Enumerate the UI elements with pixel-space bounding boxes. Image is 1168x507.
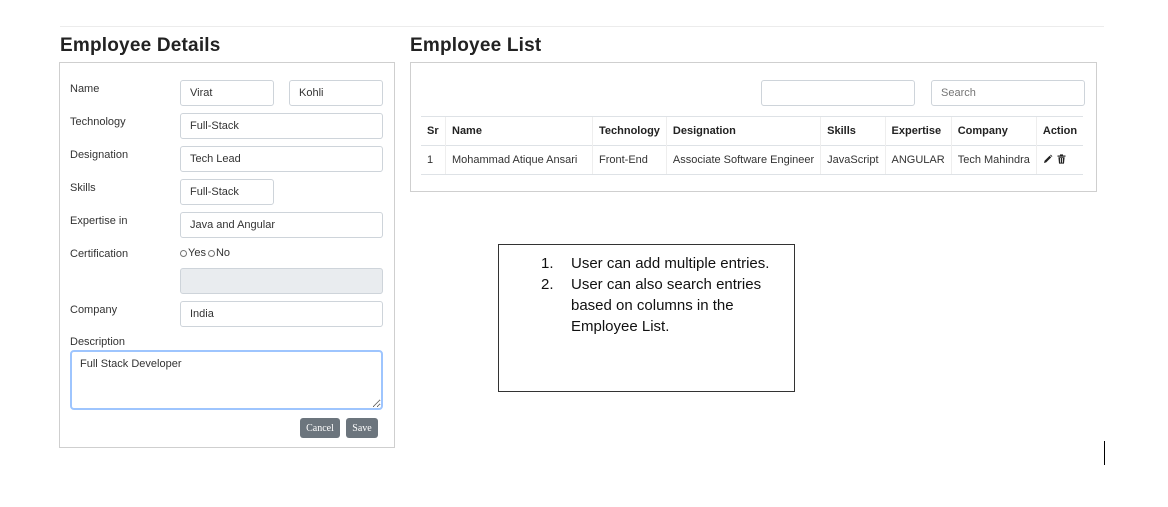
notes-list: 1. User can add multiple entries. 2. Use…: [541, 253, 781, 337]
technology-input[interactable]: [180, 113, 383, 139]
table-row: 1 Mohammad Atique Ansari Front-End Assoc…: [421, 145, 1084, 175]
pencil-icon[interactable]: [1043, 154, 1053, 167]
cell-company: Tech Mahindra: [950, 145, 1037, 175]
first-name-input[interactable]: [180, 80, 274, 106]
description-label: Description: [70, 336, 126, 348]
note-text: User can add multiple entries.: [571, 255, 770, 272]
skills-input[interactable]: [180, 179, 274, 205]
certification-yes-radio[interactable]: [180, 249, 187, 257]
column-header-skills: Skills: [820, 116, 886, 146]
employee-details-form: Name Technology Designation Skills Exper…: [59, 62, 395, 448]
last-name-input[interactable]: [289, 80, 383, 106]
name-label: Name: [70, 83, 100, 95]
text-cursor: [1104, 441, 1105, 465]
search-input[interactable]: [931, 80, 1085, 106]
cell-sr: 1: [421, 145, 446, 175]
top-divider: [60, 26, 1104, 27]
filter-input[interactable]: [761, 80, 915, 106]
employee-list-panel: Sr Name Technology Designation Skills Ex…: [410, 62, 1097, 192]
column-header-designation: Designation: [665, 116, 821, 146]
technology-label: Technology: [70, 116, 126, 128]
employee-table: Sr Name Technology Designation Skills Ex…: [421, 116, 1084, 175]
column-header-action: Action: [1035, 116, 1084, 146]
note-text: User can also search entries based on co…: [571, 276, 762, 335]
notes-box: 1. User can add multiple entries. 2. Use…: [498, 244, 795, 392]
cell-designation: Associate Software Engineer: [665, 145, 821, 175]
employee-details-title: Employee Details: [60, 35, 221, 56]
certification-no-radio[interactable]: [207, 249, 215, 257]
cell-technology: Front-End: [592, 145, 667, 175]
note-number: 2.: [541, 276, 554, 293]
expertise-label: Expertise in: [70, 215, 128, 227]
column-header-technology: Technology: [592, 116, 667, 146]
description-textarea[interactable]: Full Stack Developer: [70, 350, 383, 410]
cancel-button[interactable]: Cancel: [300, 418, 340, 438]
save-button[interactable]: Save: [346, 418, 378, 438]
company-input[interactable]: [180, 301, 383, 327]
column-header-sr: Sr: [421, 116, 446, 146]
cell-action: [1035, 145, 1084, 175]
certification-no-label: No: [215, 247, 231, 259]
list-item: 2. User can also search entries based on…: [541, 274, 781, 337]
cell-name: Mohammad Atique Ansari: [445, 145, 593, 175]
list-item: 1. User can add multiple entries.: [541, 253, 781, 274]
column-header-company: Company: [950, 116, 1037, 146]
note-number: 1.: [541, 255, 554, 272]
skills-label: Skills: [70, 182, 96, 194]
table-header-row: Sr Name Technology Designation Skills Ex…: [421, 116, 1084, 146]
designation-input[interactable]: [180, 146, 383, 172]
trash-icon[interactable]: [1057, 153, 1066, 167]
certification-radio-group: Yes No: [180, 247, 230, 259]
certification-detail-input: [180, 268, 383, 294]
designation-label: Designation: [70, 149, 129, 161]
employee-list-title: Employee List: [410, 35, 542, 56]
column-header-name: Name: [445, 116, 593, 146]
company-label: Company: [70, 304, 118, 316]
column-header-expertise: Expertise: [884, 116, 952, 146]
cell-expertise: ANGULAR: [884, 145, 952, 175]
cell-skills: JavaScript: [820, 145, 886, 175]
certification-yes-label: Yes: [188, 247, 206, 259]
certification-label: Certification: [70, 248, 129, 260]
expertise-input[interactable]: [180, 212, 383, 238]
